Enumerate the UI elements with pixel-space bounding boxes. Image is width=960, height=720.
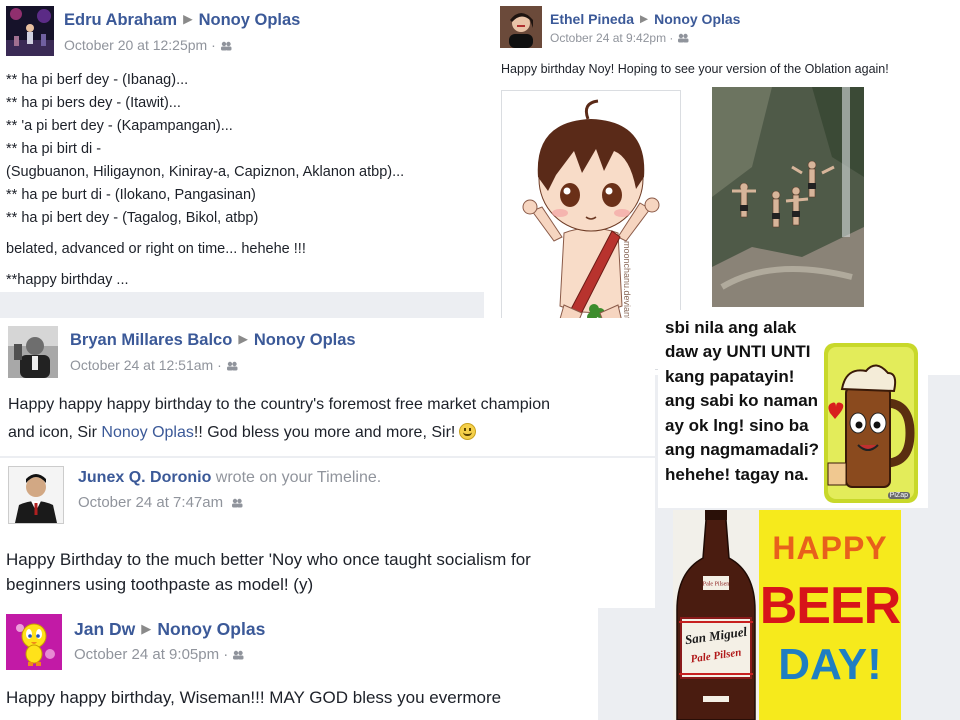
timestamp-bryan[interactable]: October 24 at 12:51am · — [70, 357, 238, 373]
timestamp-ethel[interactable]: October 24 at 9:42pm · — [550, 31, 689, 45]
target-link[interactable]: Nonoy Oplas — [157, 619, 265, 639]
word-day: DAY! — [778, 640, 882, 689]
waterfall-photo[interactable] — [712, 87, 864, 307]
post-edru: Edru Abraham ▶ Nonoy Oplas October 20 at 1… — [0, 0, 484, 292]
friends-icon — [678, 33, 689, 43]
bottle-icon: Pale Pilsen — [676, 510, 756, 720]
edru-line: ** ha pi bert dey - (Tagalog, Bikol, atb… — [6, 210, 259, 226]
timestamp-junex[interactable]: October 24 at 7:47am — [78, 494, 243, 511]
profile-photo-icon — [8, 326, 58, 378]
beer-day-text: HAPPY BEER DAY! — [759, 510, 901, 720]
meme-panel: sbi nila ang alak daw ay UNTI UNTI kang … — [658, 310, 928, 508]
meme-line: ang nagmamadali? — [665, 440, 819, 459]
author-ethel[interactable]: Ethel Pineda ▶ Nonoy Oplas — [550, 11, 740, 27]
target-link[interactable]: Nonoy Oplas — [254, 331, 356, 349]
mention-link[interactable]: Nonoy Oplas — [101, 424, 194, 441]
bryan-text: !! God bless you more and more, Sir! — [193, 424, 456, 441]
avatar-ethel[interactable] — [500, 6, 542, 48]
waterfall-photo-icon — [712, 87, 864, 307]
edru-line: **happy birthday ... — [6, 272, 129, 288]
sticker-signature: PiZap — [887, 492, 910, 499]
san-miguel-bottle: Pale Pilsen San Miguel Pale Pilsen — [673, 510, 759, 720]
bryan-message-line2: and icon, Sir Nonoy Oplas!! God bless yo… — [8, 420, 477, 442]
post-jan: Jan Dw ▶ Nonoy Oplas October 24 at 9:05pm … — [0, 608, 598, 720]
bottle-neck-label: Pale Pilsen — [703, 582, 730, 588]
concert-photo-icon — [6, 6, 54, 56]
author-edru[interactable]: Edru Abraham ▶ Nonoy Oplas — [64, 11, 300, 30]
author-junex[interactable]: Junex Q. Doronio wrote on your Timeline. — [78, 469, 381, 487]
tweety-icon — [6, 614, 62, 670]
edru-line: ** ha pi bers dey - (Itawit)... — [6, 95, 181, 111]
edru-line: ** ha pi birt di - — [6, 141, 102, 157]
avatar-bryan[interactable] — [8, 326, 58, 378]
avatar-edru[interactable] — [6, 6, 54, 56]
ethel-message: Happy birthday Noy! Hoping to see your v… — [501, 62, 889, 76]
word-beer: BEER — [759, 577, 901, 635]
timeline-suffix: wrote on your Timeline. — [215, 469, 382, 486]
timestamp-edru[interactable]: October 20 at 12:25pm · — [64, 37, 232, 53]
arrow-icon: ▶ — [141, 621, 152, 636]
friends-icon — [220, 41, 232, 51]
bryan-message-line1: Happy happy happy birthday to the countr… — [8, 396, 551, 413]
post-bryan: Bryan Millares Balco ▶ Nonoy Oplas October… — [0, 318, 655, 456]
avatar-jan[interactable] — [6, 614, 62, 670]
profile-photo-icon — [500, 6, 542, 48]
meme-line: ang sabi ko naman — [665, 391, 819, 410]
edru-line: ** ha pi berf dey - (Ibanag)... — [6, 72, 189, 88]
author-bryan[interactable]: Bryan Millares Balco ▶ Nonoy Oplas — [70, 331, 356, 350]
meme-line: hehehe! tagay na. — [665, 465, 809, 484]
bryan-text: and icon, Sir — [8, 424, 102, 441]
edru-line: (Sugbuanon, Hiligaynon, Kiniray-a, Capiz… — [6, 164, 405, 180]
meme-line: sbi nila ang alak — [665, 318, 797, 337]
edru-line: belated, advanced or right on time... he… — [6, 241, 306, 257]
friends-icon — [232, 498, 243, 508]
target-link[interactable]: Nonoy Oplas — [199, 11, 301, 29]
post-junex: Junex Q. Doronio wrote on your Timeline.… — [0, 458, 655, 608]
arrow-icon: ▶ — [183, 12, 193, 26]
meme-line: daw ay UNTI UNTI — [665, 342, 811, 361]
jan-message: Happy happy birthday, Wiseman!!! MAY GOD… — [6, 688, 502, 707]
edru-line: ** 'a pi bert dey - (Kapampangan)... — [6, 118, 233, 134]
beer-mug-sticker[interactable]: PiZap — [824, 343, 918, 503]
smiley-icon — [459, 423, 477, 440]
junex-message-line1: Happy Birthday to the much better 'Noy w… — [6, 550, 531, 569]
edru-line: ** ha pe burt di - (Ilokano, Pangasinan) — [6, 187, 256, 203]
friends-icon — [233, 650, 244, 660]
profile-photo-icon — [9, 467, 63, 523]
junex-message-line2: beginners using toothpaste as model! (y) — [6, 575, 314, 594]
friends-icon — [226, 361, 238, 371]
avatar-junex[interactable] — [8, 466, 64, 524]
meme-line: kang papatayin! — [665, 367, 795, 386]
beer-day-image[interactable]: Pale Pilsen San Miguel Pale Pilsen HAPPY… — [673, 510, 901, 720]
word-happy: HAPPY — [772, 530, 888, 566]
beer-mug-icon — [824, 343, 918, 503]
arrow-icon: ▶ — [238, 332, 248, 346]
meme-line: ay ok lng! sino ba — [665, 416, 809, 435]
author-jan[interactable]: Jan Dw ▶ Nonoy Oplas — [74, 619, 265, 640]
timestamp-jan[interactable]: October 24 at 9:05pm · — [74, 646, 244, 663]
arrow-icon: ▶ — [640, 13, 649, 25]
target-link[interactable]: Nonoy Oplas — [654, 11, 740, 27]
